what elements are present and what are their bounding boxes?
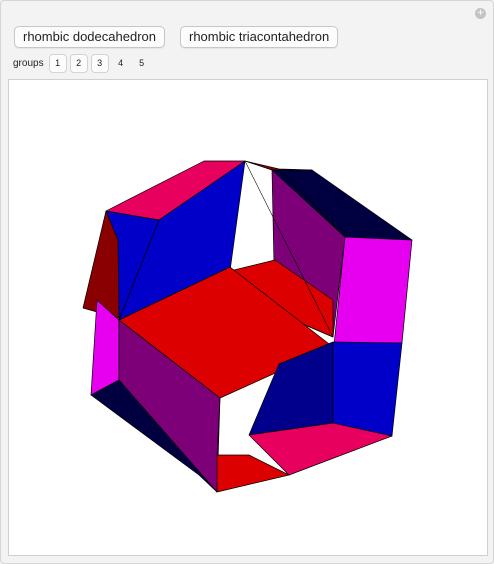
rhombic-triacontahedron-button[interactable]: rhombic triacontahedron: [179, 26, 339, 48]
face-right-magenta: [333, 236, 413, 346]
group-2-button[interactable]: 2: [69, 54, 88, 73]
close-icon[interactable]: +: [475, 8, 486, 19]
rhombic-dodecahedron-button[interactable]: rhombic dodecahedron: [14, 26, 165, 48]
group-5-button[interactable]: 5: [133, 54, 151, 73]
graphics-canvas[interactable]: [8, 79, 488, 556]
manipulate-panel: + rhombic dodecahedron rhombic triaconta…: [0, 0, 494, 564]
face-top-maroon: [244, 160, 313, 171]
group-3-button[interactable]: 3: [90, 54, 109, 73]
shape-button-row: rhombic dodecahedron rhombic triacontahe…: [14, 26, 339, 48]
group-1-button[interactable]: 1: [48, 54, 67, 73]
groups-label: groups: [13, 58, 44, 69]
group-4-button[interactable]: 4: [112, 54, 130, 73]
groups-control: groups 1 2 3 4 5: [13, 54, 151, 73]
polyhedron-graphic: [82, 160, 413, 493]
